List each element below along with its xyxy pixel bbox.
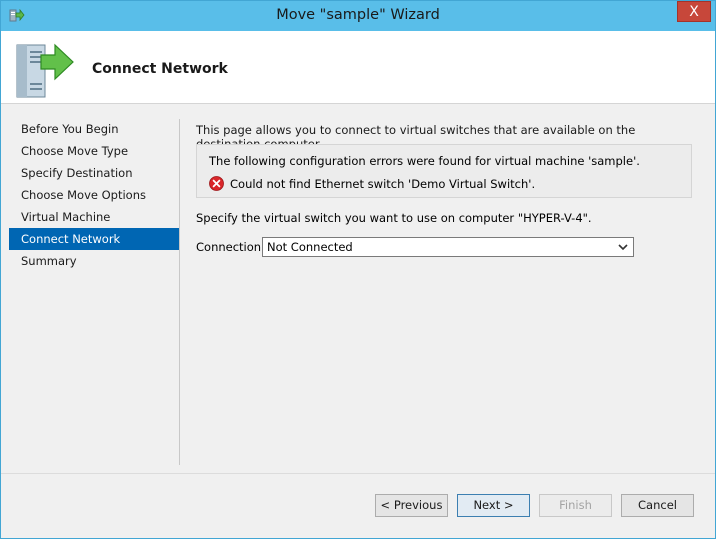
- connection-value: Not Connected: [267, 240, 353, 254]
- previous-button[interactable]: < Previous: [375, 494, 448, 517]
- step-virtual-machine[interactable]: Virtual Machine: [9, 206, 179, 228]
- sidebar-divider: [179, 119, 180, 465]
- footer-divider: [1, 473, 715, 474]
- server-move-icon: [16, 43, 74, 98]
- close-button[interactable]: X: [677, 1, 711, 22]
- page-title: Connect Network: [92, 61, 228, 77]
- error-icon: [209, 176, 224, 191]
- wizard-step-list: Before You Begin Choose Move Type Specif…: [9, 118, 179, 272]
- finish-button[interactable]: Finish: [539, 494, 612, 517]
- error-line: Could not find Ethernet switch 'Demo Vir…: [209, 176, 535, 192]
- step-choose-move-type[interactable]: Choose Move Type: [9, 140, 179, 162]
- wizard-header: Connect Network: [1, 31, 715, 104]
- cancel-button[interactable]: Cancel: [621, 494, 694, 517]
- error-header-text: The following configuration errors were …: [209, 154, 640, 168]
- next-button[interactable]: Next >: [457, 494, 530, 517]
- chevron-down-icon[interactable]: [617, 240, 629, 254]
- error-message: Could not find Ethernet switch 'Demo Vir…: [230, 177, 536, 191]
- wizard-window: Move "sample" Wizard X Connect Network B…: [0, 0, 716, 539]
- specify-switch-text: Specify the virtual switch you want to u…: [196, 211, 592, 225]
- step-choose-move-options[interactable]: Choose Move Options: [9, 184, 179, 206]
- connection-label: Connection:: [196, 240, 265, 254]
- step-connect-network[interactable]: Connect Network: [9, 228, 179, 250]
- error-panel: The following configuration errors were …: [196, 144, 692, 198]
- window-title: Move "sample" Wizard: [276, 7, 440, 23]
- step-specify-destination[interactable]: Specify Destination: [9, 162, 179, 184]
- connection-select[interactable]: Not Connected: [262, 237, 634, 257]
- step-summary[interactable]: Summary: [9, 250, 179, 272]
- step-before-you-begin[interactable]: Before You Begin: [9, 118, 179, 140]
- title-bar[interactable]: Move "sample" Wizard X: [1, 1, 715, 31]
